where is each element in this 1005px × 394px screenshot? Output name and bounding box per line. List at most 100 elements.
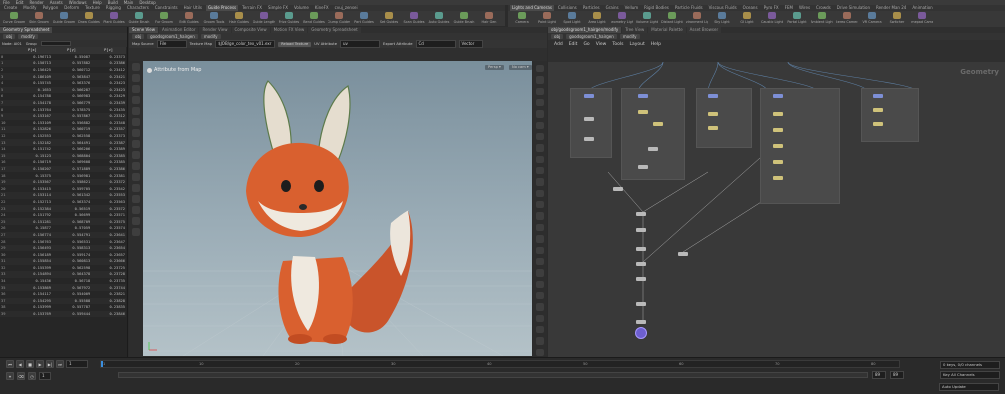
table-row[interactable]: 21 0.153114 0.561342 0.23553 [0, 192, 126, 199]
shelf-tool-point-light[interactable]: Point Light [536, 12, 558, 26]
shelf-tool-stereo-camera[interactable]: Stereo Camera [836, 12, 858, 26]
shelf-tool-frizz-guides[interactable]: Frizz Guides [278, 12, 300, 25]
tab-geometry-spreadsheet[interactable]: Geometry Spreadsheet [0, 27, 53, 33]
shelf-tool-scan-guides[interactable]: Scan Guides [403, 12, 425, 25]
normals-icon[interactable] [536, 144, 544, 152]
export-attribute-field[interactable]: Cd [415, 40, 456, 48]
sculpt-tool-icon[interactable] [132, 195, 140, 203]
rotate-tool-icon[interactable] [132, 85, 140, 93]
table-row[interactable]: 18 0.15375 0.556981 0.23381 [0, 172, 126, 179]
auto-update-select[interactable]: Auto Update [939, 383, 999, 391]
snap-tool-icon[interactable] [132, 151, 140, 159]
range-end-field[interactable]: 89 [872, 371, 886, 379]
net-menu-go[interactable]: Go [583, 42, 589, 47]
pose-tool-icon[interactable] [132, 118, 140, 126]
layout-icon[interactable] [536, 337, 544, 345]
table-row[interactable]: 38 0.153999 0.557787 0.23835 [0, 304, 126, 311]
tab-animation-editor[interactable]: Animation Editor [158, 27, 199, 33]
shelf-tool-area-light[interactable]: Area Light [586, 12, 608, 26]
net-menu-view[interactable]: View [596, 42, 607, 47]
reload-texture-button[interactable]: Reload Texture [278, 41, 312, 47]
shelf-tool-hair-gen[interactable]: Hair Gen [478, 12, 500, 25]
view-tool-icon[interactable] [132, 140, 140, 148]
magnet-tool-icon[interactable] [132, 162, 140, 170]
table-row[interactable]: 35 0.153869 0.567972 0.23744 [0, 284, 126, 291]
range-start-field[interactable]: 1 [39, 372, 51, 380]
shelf-tool-guide-groom[interactable]: Guide Groom [53, 12, 75, 25]
range-slider[interactable] [118, 372, 868, 378]
net-menu-edit[interactable]: Edit [569, 42, 578, 47]
lighting-icon[interactable] [536, 99, 544, 107]
node-4[interactable] [638, 165, 648, 169]
table-row[interactable]: 37 0.154295 0.55588 0.23828 [0, 297, 126, 305]
node-3[interactable] [648, 147, 658, 151]
path-obj-button[interactable]: obj [3, 34, 16, 39]
display-options-icon[interactable] [536, 65, 544, 73]
vp-path-hairgen-button[interactable]: goodsgroom1_hairgen [147, 34, 198, 39]
table-row[interactable]: 22 0.152713 0.563374 0.23563 [0, 199, 126, 206]
node-yellow-1[interactable] [638, 110, 648, 114]
realtime-toggle[interactable]: ◷ [28, 372, 36, 380]
select-tool-icon[interactable] [132, 63, 140, 71]
column-header[interactable]: P[z] [91, 47, 126, 54]
node-2[interactable] [584, 137, 594, 141]
node-9[interactable] [678, 252, 688, 256]
shelf-tool-edit-guides[interactable]: Edit Guides [178, 12, 200, 25]
points-icon[interactable] [536, 133, 544, 141]
shelf-tool-distant-light[interactable]: Distant Light [661, 12, 683, 26]
table-row[interactable]: 1 0.150713 0.557882 0.23386 [0, 60, 126, 67]
net-menu-help[interactable]: Help [651, 42, 661, 47]
table-row[interactable]: 9 0.153167 0.557867 0.23312 [0, 112, 126, 120]
tab-motion-fx-view[interactable]: Motion FX View [270, 27, 308, 33]
tab-composite-view[interactable]: Composite View [231, 27, 270, 33]
map-source-select[interactable]: File [156, 40, 187, 48]
node-yellow-2[interactable] [653, 122, 663, 126]
node-yellow-7[interactable] [773, 144, 783, 148]
output-node[interactable] [635, 327, 647, 339]
grid-tool-icon[interactable] [132, 173, 140, 181]
group-field[interactable] [40, 41, 71, 46]
key-all-channels-select[interactable]: Key All Channels [940, 371, 1000, 379]
shelf-tool-portal-light[interactable]: Portal Light [786, 12, 808, 26]
shelf-tool-clump-guides[interactable]: Clump Guides [328, 12, 350, 25]
node-yellow-10[interactable] [873, 108, 883, 112]
camera-tool-icon[interactable] [132, 206, 140, 214]
table-row[interactable]: 27 0.156774 0.554791 0.23641 [0, 231, 126, 239]
table-row[interactable]: 14 0.151742 0.566206 0.23389 [0, 146, 126, 153]
node-yellow-9[interactable] [773, 176, 783, 180]
jump-start-button[interactable]: ⏮ [6, 360, 14, 368]
shelf-tool-gamepad-camera[interactable]: Gamepad Camera [911, 12, 933, 26]
visualize-icon[interactable] [536, 189, 544, 198]
background-icon[interactable] [536, 178, 544, 186]
wireframe-icon[interactable] [536, 76, 544, 84]
net-tab-2[interactable]: Material Palette [648, 27, 686, 33]
shelf-tool-hair-guides[interactable]: Hair Guides [228, 12, 250, 25]
net-tab-0[interactable]: obj/goodsgroom1_hairgen/modify [548, 27, 622, 33]
step-forward-button[interactable]: ▶| [46, 360, 54, 368]
shelf-tool-spot-light[interactable]: Spot Light [561, 12, 583, 26]
node-blue-2[interactable] [638, 94, 648, 98]
shadow-icon[interactable] [536, 110, 544, 118]
ghost-icon[interactable] [536, 121, 544, 130]
safe-area-icon[interactable] [536, 223, 544, 232]
node-13[interactable] [636, 320, 646, 324]
shelf-tool-switcher[interactable]: Switcher [886, 12, 908, 26]
node-yellow-4[interactable] [708, 126, 718, 130]
table-row[interactable]: 13 0.152182 0.564491 0.23387 [0, 139, 126, 146]
table-row[interactable]: 36 0.154117 0.554009 0.23821 [0, 291, 126, 298]
persp-menu-button[interactable]: Persp ▾ [485, 65, 504, 70]
tab-geometry-spreadsheet[interactable]: Geometry Spreadsheet [308, 27, 361, 33]
shelf-tool-gi-light[interactable]: GI Light [736, 12, 758, 26]
table-row[interactable]: 19 0.153567 0.558621 0.23372 [0, 178, 126, 186]
net-tab-3[interactable]: Asset Browser [686, 27, 722, 33]
column-header[interactable]: P[x] [12, 47, 52, 54]
shelf-tool-sky-light[interactable]: Sky Light [711, 12, 733, 26]
grid-toggle-icon[interactable] [536, 201, 544, 209]
shelf-tool-groom-tools[interactable]: Groom Tools [203, 12, 225, 25]
node-6[interactable] [636, 212, 646, 216]
node-blue-1[interactable] [584, 94, 594, 98]
table-row[interactable]: 15 0.15123 0.568804 0.23385 [0, 152, 126, 160]
table-row[interactable]: 24 0.151792 0.56699 0.23571 [0, 212, 126, 219]
stats-icon[interactable] [536, 269, 544, 277]
step-back-button[interactable]: ◀ [16, 360, 24, 368]
